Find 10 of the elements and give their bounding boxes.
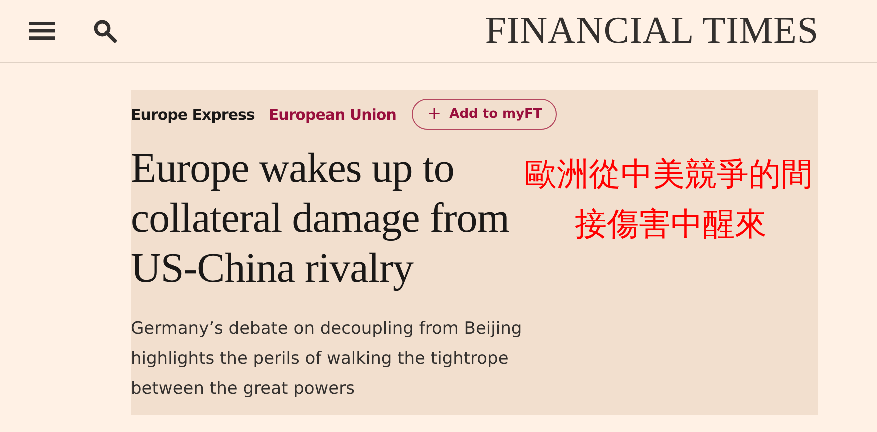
standfirst: Germany’s debate on decoupling from Beijing highlights the perils of walking the tightrope between the great powers (131, 318, 524, 401)
topic-link[interactable]: European Union (268, 106, 396, 124)
add-to-myft-button[interactable]: + Add to myFT (412, 99, 558, 130)
headline[interactable]: Europe wakes up to collateral damage from US-China rivalry (131, 144, 517, 294)
search-icon[interactable] (93, 19, 117, 43)
site-logo[interactable]: FINANCIAL TIMES (485, 9, 819, 53)
menu-icon[interactable] (29, 21, 55, 41)
series-link[interactable]: Europe Express (131, 106, 255, 124)
annotation-text: 接傷害中醒來 (575, 205, 767, 243)
annotation-text: 歐洲從中美競爭的間 (525, 155, 813, 193)
